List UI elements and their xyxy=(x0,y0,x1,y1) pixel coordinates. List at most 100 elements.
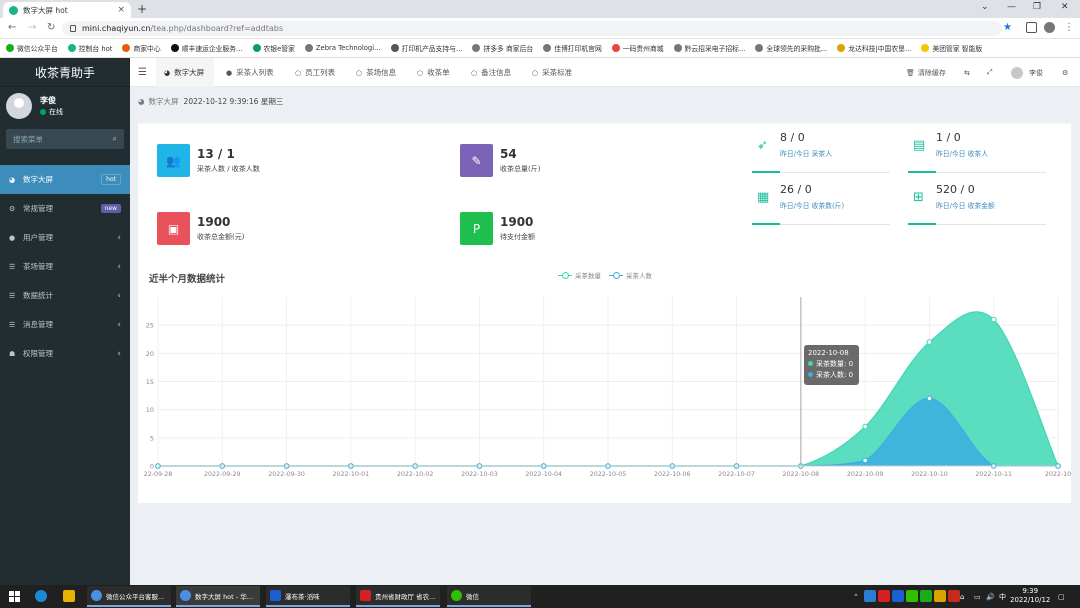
calendar-plus-icon: ⊞ xyxy=(913,190,924,205)
bookmark[interactable]: 拼多多 商家后台 xyxy=(472,43,533,53)
mini-stat-label[interactable]: 昨日/今日 采茶人 xyxy=(780,148,832,158)
bookmark[interactable]: Zebra Technologi... xyxy=(304,44,381,52)
y-tick-label: 20 xyxy=(146,350,154,358)
more-icon[interactable]: ⋮ xyxy=(1064,22,1074,33)
notification-icon[interactable]: ▢ xyxy=(1058,585,1065,608)
sidebar-item-messages[interactable]: ☰ 消息管理 ‹ xyxy=(0,310,130,339)
close-window-icon[interactable]: ✕ xyxy=(1061,2,1069,12)
x-tick-label: 2022-10-05 xyxy=(590,471,627,478)
bookmark[interactable]: 一码贵州商城 xyxy=(611,43,664,53)
taskbar-app[interactable]: 数字大屏 hot - 华... xyxy=(176,586,260,607)
user-menu[interactable]: 李俊 xyxy=(1011,58,1043,87)
stat-value: 1900 xyxy=(197,215,231,229)
x-tick-label: 2022-10 xyxy=(1045,471,1071,478)
bookmark[interactable]: 黔云招采电子招标... xyxy=(673,43,745,53)
mini-stat-label[interactable]: 昨日/今日 收茶人 xyxy=(936,148,988,158)
network-icon[interactable]: ⌂ xyxy=(960,585,964,608)
bookmark[interactable]: 全球领先的采购批... xyxy=(755,43,827,53)
search-icon[interactable]: ⌕ xyxy=(113,134,117,144)
sidebar-item-permissions[interactable]: ☗ 权限管理 ‹ xyxy=(0,339,130,368)
edge-icon[interactable] xyxy=(35,590,47,602)
new-tab-icon[interactable]: + xyxy=(137,2,147,16)
mini-stat-label[interactable]: 昨日/今日 收茶数(斤) xyxy=(780,200,844,210)
windows-start-icon[interactable] xyxy=(9,591,20,602)
tray-chevron-icon[interactable]: ⌃ xyxy=(853,585,859,608)
mini-stat-label[interactable]: 昨日/今日 收茶金额 xyxy=(936,200,995,210)
clear-cache-button[interactable]: 🗑 清除缓存 xyxy=(906,58,946,87)
globe-icon xyxy=(673,44,682,52)
tray-icon[interactable] xyxy=(948,590,960,602)
mini-stat-value: 520 / 0 xyxy=(936,183,975,196)
sidebar-item-general[interactable]: ⚙ 常规管理 new xyxy=(0,194,130,223)
tray-icon[interactable] xyxy=(906,590,918,602)
divider xyxy=(752,223,780,225)
bookmark[interactable]: 龙达科技|中国农垦... xyxy=(837,43,911,53)
tooltip-line: 采茶人数: 0 xyxy=(808,370,855,381)
clock-time: 9:39 xyxy=(1022,587,1039,595)
sidebar-item-teafarm[interactable]: ☰ 茶场管理 ‹ xyxy=(0,252,130,281)
folder-icon[interactable] xyxy=(63,590,75,602)
sidebar-item-dashboard[interactable]: ◕ 数字大屏 hot xyxy=(0,165,130,194)
tab-receipts[interactable]: ○ 收茶单 xyxy=(417,58,450,87)
bookmark[interactable]: 美团管家 智能版 xyxy=(921,43,982,53)
circle-icon: ○ xyxy=(417,68,424,77)
tray-icon[interactable] xyxy=(934,590,946,602)
translate-icon[interactable]: ⇆ xyxy=(964,58,970,87)
tab-pickers[interactable]: ● 采茶人列表 xyxy=(226,58,274,87)
url-field[interactable]: mini.chaqiyun.cn /tea.php/dashboard?ref=… xyxy=(62,21,1002,36)
console-icon xyxy=(67,44,76,52)
bookmark-star-icon[interactable]: ★ xyxy=(1003,22,1012,33)
bookmark[interactable]: 商家中心 xyxy=(122,43,161,53)
fullscreen-icon[interactable]: ⤢ xyxy=(987,58,993,87)
tray-icon[interactable] xyxy=(892,590,904,602)
menu-search-input[interactable]: 搜索菜单 ⌕ xyxy=(6,129,124,149)
back-icon[interactable]: ← xyxy=(8,22,16,33)
display-icon[interactable]: ▭ xyxy=(974,585,981,608)
chevron-down-icon[interactable]: ⌄ xyxy=(981,2,989,12)
system-clock[interactable]: 9:39 2022/10/12 xyxy=(1010,587,1050,605)
x-tick-label: 2022-10-03 xyxy=(461,471,498,478)
app-title[interactable]: 收茶青助手 xyxy=(0,58,130,87)
bookmark[interactable]: 顺丰速运企业服务... xyxy=(170,43,243,53)
taskbar-app[interactable]: 瀑布茶·滔味 xyxy=(266,586,350,607)
menu-toggle-icon[interactable]: ☰ xyxy=(138,67,147,78)
ime-indicator[interactable]: 中 xyxy=(999,585,1006,608)
tab-dashboard[interactable]: ◕ 数字大屏 xyxy=(156,58,214,87)
minimize-icon[interactable]: — xyxy=(1007,2,1016,12)
restore-icon[interactable]: ❐ xyxy=(1033,2,1041,12)
bookmark[interactable]: 控制台 hot xyxy=(67,43,112,53)
tray-icon[interactable] xyxy=(920,590,932,602)
sidebar-item-users[interactable]: ● 用户管理 ‹ xyxy=(0,223,130,252)
bookmark[interactable]: 佳博打印机官网 xyxy=(543,43,602,53)
x-tick-label: 2022-09-29 xyxy=(204,471,241,478)
x-tick-label: 2022-10-09 xyxy=(847,471,884,478)
sidebar: 收茶青助手 李俊 在线 搜索菜单 ⌕ ◕ 数字大屏 hot ⚙ 常规管理 new… xyxy=(0,58,130,585)
taskbar-app[interactable]: 微信公众平台客服... xyxy=(87,586,171,607)
sidebar-menu: ◕ 数字大屏 hot ⚙ 常规管理 new ● 用户管理 ‹ ☰ 茶场管理 ‹ … xyxy=(0,165,130,368)
tab-standards[interactable]: ○ 采茶标准 xyxy=(532,58,572,87)
tab-notes[interactable]: ○ 备注信息 xyxy=(471,58,511,87)
mall-icon xyxy=(611,44,620,52)
bookmark[interactable]: 打印机产品支持与... xyxy=(390,43,462,53)
sidepanel-icon[interactable] xyxy=(1026,22,1037,33)
volume-icon[interactable]: 🔊 xyxy=(986,585,995,608)
bookmark[interactable]: 农银e管家 xyxy=(252,43,295,53)
settings-icon[interactable]: ⚙ xyxy=(1062,58,1068,87)
tab-farm-info[interactable]: ○ 茶场信息 xyxy=(356,58,396,87)
reload-icon[interactable]: ↻ xyxy=(47,22,55,33)
taskbar-app[interactable]: 微信 xyxy=(447,586,531,607)
bookmark[interactable]: 微信公众平台 xyxy=(6,43,58,53)
profile-avatar[interactable] xyxy=(1044,22,1055,33)
globe-icon xyxy=(543,44,552,52)
data-point xyxy=(862,423,868,430)
divider xyxy=(908,223,936,225)
taskbar-app[interactable]: 贵州省财政厅 省农... xyxy=(356,586,440,607)
browser-tab[interactable]: 数字大屏 hot × xyxy=(3,2,131,18)
tray-icon[interactable] xyxy=(878,590,890,602)
tray-icon[interactable] xyxy=(864,590,876,602)
magic-icon: ✎ xyxy=(460,144,493,177)
sidebar-item-statistics[interactable]: ☰ 数据统计 ‹ xyxy=(0,281,130,310)
tab-staff[interactable]: ○ 员工列表 xyxy=(295,58,335,87)
close-tab-icon[interactable]: × xyxy=(117,5,125,15)
forward-icon[interactable]: → xyxy=(28,22,36,33)
